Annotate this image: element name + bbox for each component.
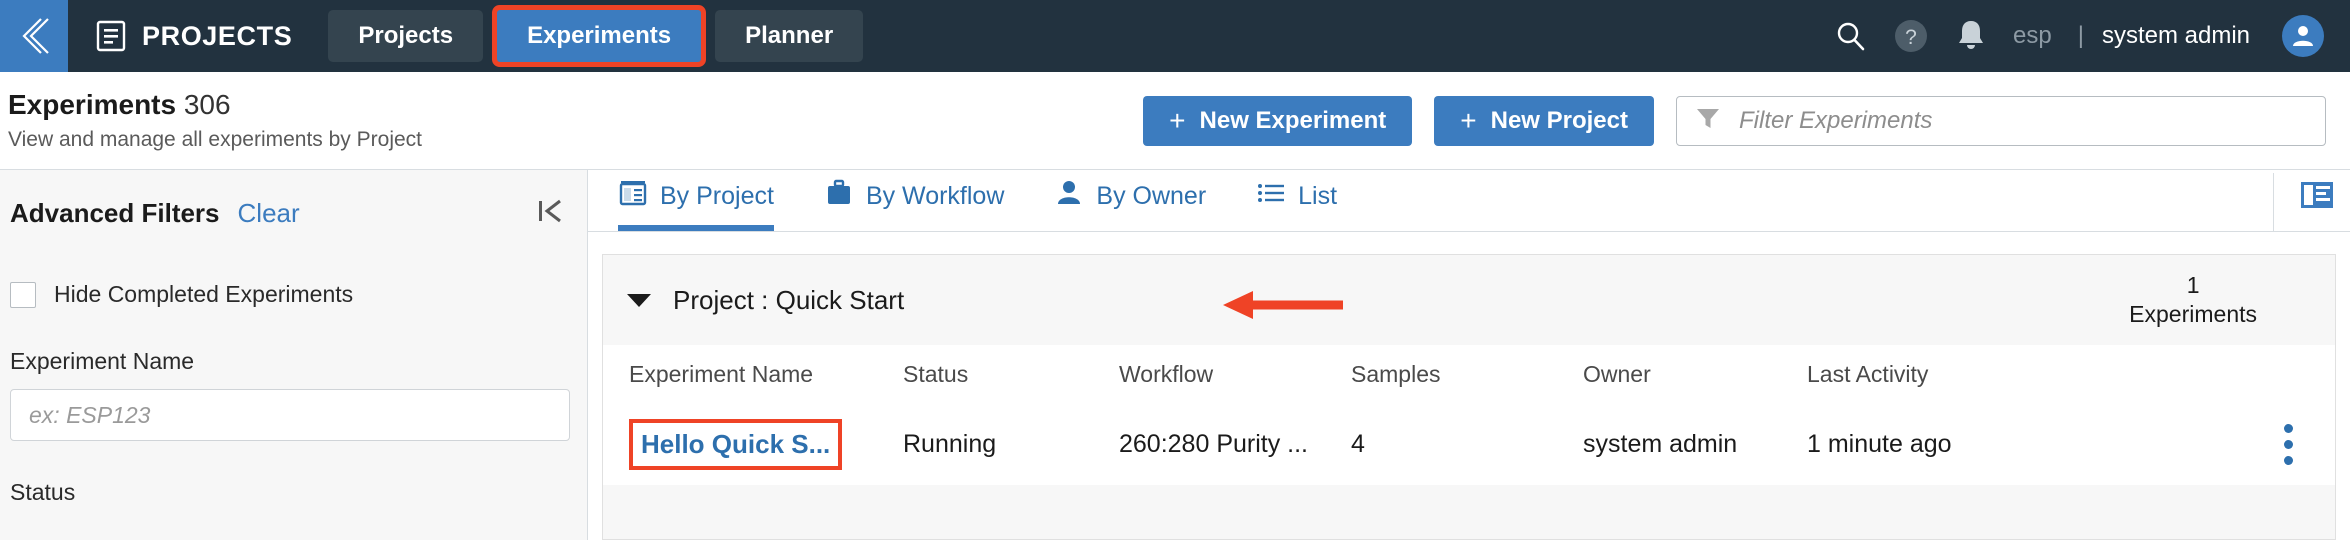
advanced-filters-title: Advanced Filters [10, 198, 220, 228]
status-filter-label: Status [10, 479, 76, 505]
plus-icon: + [1460, 104, 1477, 136]
nav-tab-experiments[interactable]: Experiments [497, 10, 702, 62]
page-subheader: Experiments 306 View and manage all expe… [0, 72, 2350, 170]
svg-text:?: ? [1905, 26, 1917, 49]
hide-completed-checkbox[interactable] [10, 281, 36, 308]
experiments-count: 306 [183, 89, 231, 120]
new-experiment-label: New Experiment [1199, 106, 1387, 134]
cell-experiment-name: Hello Quick S... [603, 418, 903, 470]
tab-by-owner-label: By Owner [1096, 181, 1207, 210]
help-icon[interactable]: ? [1893, 18, 1929, 54]
user-avatar-icon[interactable] [2282, 15, 2324, 57]
project-group-count: 1 Experiments [2129, 271, 2305, 329]
org-label: esp [2013, 22, 2052, 49]
briefcase-icon [824, 178, 854, 215]
filter-experiments-input[interactable] [1739, 106, 2307, 135]
double-chevron-left-icon [17, 16, 51, 56]
column-header-experiment-name: Experiment Name [629, 360, 814, 387]
document-folder-icon [96, 20, 126, 52]
red-arrow-annotation [1223, 285, 1343, 330]
person-icon [1054, 178, 1084, 215]
page-title: Experiments 306 [8, 89, 422, 121]
nav-tab-projects[interactable]: Projects [328, 10, 484, 62]
cell-last-activity: 1 minute ago [1807, 429, 1952, 458]
page-subtitle: View and manage all experiments by Proje… [8, 128, 423, 151]
search-icon[interactable] [1833, 19, 1867, 53]
group-count-label: Experiments [2129, 301, 2257, 327]
primary-nav-tabs: Projects Experiments Planner [328, 10, 864, 62]
kebab-menu-icon[interactable] [2284, 423, 2293, 465]
top-bar-right-cluster: ? esp | system admin [1833, 15, 2350, 57]
user-separator: | [2077, 22, 2084, 49]
back-button[interactable] [0, 0, 68, 72]
main-content: By Project By Workflow By Owner List Pro… [588, 170, 2350, 540]
collapse-panel-left-icon[interactable] [535, 196, 565, 226]
body-area: Advanced Filters Clear Hide Completed Ex… [0, 170, 2350, 540]
nav-tab-planner[interactable]: Planner [715, 10, 864, 62]
page-title-text: Experiments [8, 89, 177, 120]
column-header-samples: Samples [1351, 360, 1441, 387]
advanced-filters-header: Advanced Filters Clear [10, 198, 565, 229]
column-header-last-activity: Last Activity [1807, 360, 1929, 387]
brand-label: PROJECTS [142, 20, 293, 51]
hide-completed-label: Hide Completed Experiments [54, 281, 354, 307]
chevron-down-icon[interactable] [627, 293, 651, 307]
project-group-header[interactable]: Project : Quick Start 1 Experiments [603, 255, 2335, 345]
column-header-status: Status [903, 360, 969, 387]
page-title-block: Experiments 306 View and manage all expe… [8, 89, 422, 152]
panel-layout-icon [2300, 181, 2334, 214]
column-header-owner: Owner [1583, 360, 1651, 387]
tab-by-project[interactable]: By Project [618, 173, 796, 231]
hide-completed-row[interactable]: Hide Completed Experiments [10, 281, 565, 308]
column-header-workflow: Workflow [1119, 360, 1214, 387]
top-navigation-bar: PROJECTS Projects Experiments Planner ? … [0, 0, 2350, 72]
tab-list-label: List [1298, 181, 1338, 210]
filter-experiments-field[interactable] [1676, 95, 2326, 146]
cell-samples: 4 [1351, 429, 1365, 458]
table-header-row: Experiment Name Status Workflow Samples … [603, 345, 2335, 403]
project-group-panel: Project : Quick Start 1 Experiments Expe… [602, 254, 2336, 540]
group-count-number: 1 [2186, 272, 2200, 299]
experiment-name-label: Experiment Name [10, 348, 195, 374]
notifications-icon[interactable] [1955, 18, 1987, 54]
cell-workflow: 260:280 Purity ... [1119, 429, 1309, 458]
tab-by-owner[interactable]: By Owner [1054, 173, 1228, 231]
tab-by-project-label: By Project [660, 181, 774, 210]
clear-filters-link[interactable]: Clear [238, 198, 300, 229]
tab-list[interactable]: List [1256, 173, 1359, 231]
subheader-actions: + New Experiment + New Project [1143, 95, 2350, 146]
new-experiment-button[interactable]: + New Experiment [1143, 95, 1413, 146]
table-row[interactable]: Hello Quick S... Running 260:280 Purity … [603, 403, 2335, 485]
by-project-icon [618, 178, 648, 215]
funnel-icon [1695, 105, 1721, 136]
list-icon [1256, 178, 1286, 215]
plus-icon: + [1169, 104, 1186, 136]
new-project-label: New Project [1490, 106, 1628, 134]
tab-by-workflow[interactable]: By Workflow [824, 173, 1026, 231]
panel-layout-toggle[interactable] [2273, 173, 2350, 231]
view-tabbar: By Project By Workflow By Owner List [588, 170, 2350, 232]
experiments-table: Experiment Name Status Workflow Samples … [603, 345, 2335, 485]
brand: PROJECTS [96, 20, 292, 52]
cell-status: Running [903, 429, 997, 458]
cell-owner: system admin [1583, 429, 1738, 458]
user-name-label: system admin [2101, 22, 2250, 49]
advanced-filters-sidebar: Advanced Filters Clear Hide Completed Ex… [0, 170, 588, 540]
project-group-title: Project : Quick Start [673, 284, 905, 315]
tab-by-workflow-label: By Workflow [865, 181, 1005, 210]
new-project-button[interactable]: + New Project [1434, 95, 1654, 146]
experiment-name-link[interactable]: Hello Quick S... [629, 418, 843, 470]
experiment-name-input[interactable] [10, 389, 570, 441]
row-actions[interactable] [2284, 423, 2335, 465]
